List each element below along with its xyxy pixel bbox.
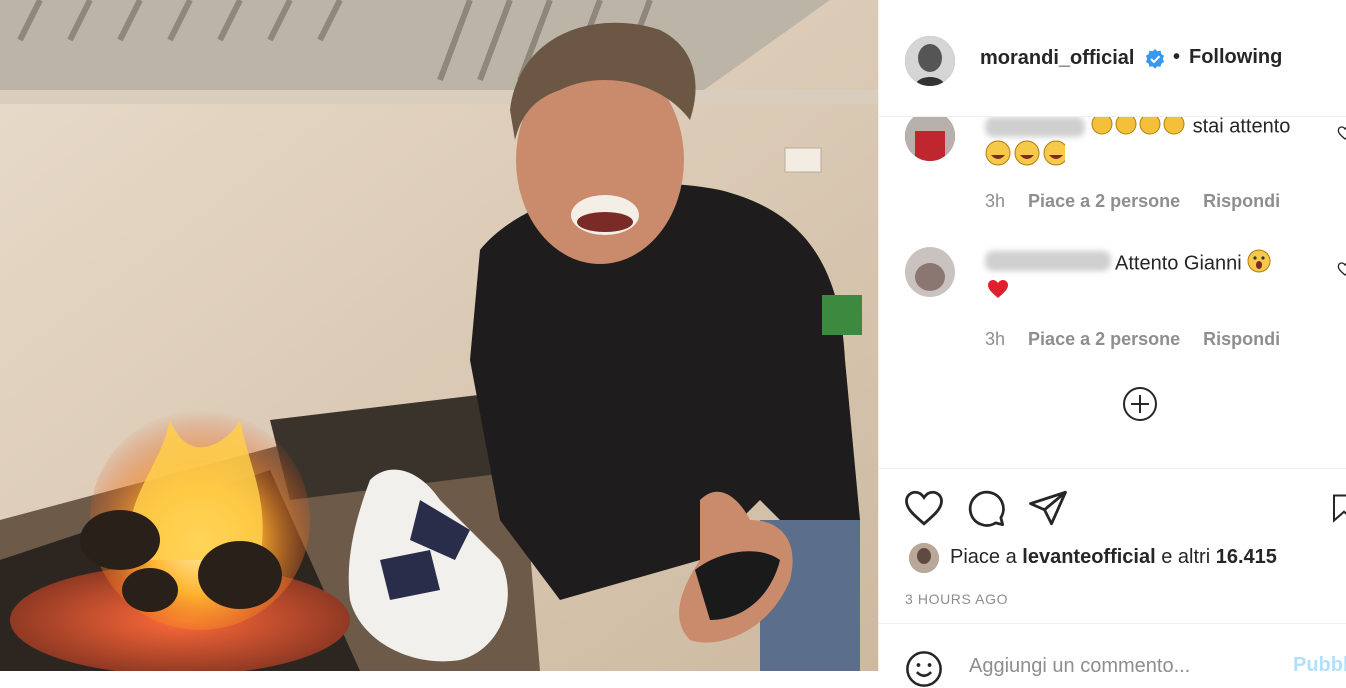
likes-user[interactable]: levanteofficial	[1022, 546, 1155, 568]
commenter-avatar[interactable]	[905, 117, 955, 161]
post-side-panel: morandi_official • Following stai attent…	[878, 0, 1346, 687]
comment-likes[interactable]: Piace a 2 persone	[1028, 191, 1180, 211]
author-avatar[interactable]	[905, 36, 955, 86]
commenter-avatar-image	[905, 247, 955, 297]
header-separator: •	[1173, 46, 1181, 68]
likes-prefix: Piace a	[950, 546, 1017, 568]
post-header: morandi_official • Following	[879, 0, 1346, 117]
emoji-picker-icon[interactable]	[905, 650, 943, 688]
likes-avatar[interactable]	[909, 543, 939, 573]
comment-meta: 3h Piace a 2 persone Rispondi	[985, 191, 1298, 212]
comments-list[interactable]: stai attento 3h Piace a 2 persone Rispon…	[879, 117, 1346, 467]
author-username[interactable]: morandi_official	[980, 47, 1134, 70]
comment-time[interactable]: 3h	[985, 329, 1005, 349]
comment-like-heart-icon[interactable]	[1337, 261, 1346, 277]
comment-likes[interactable]: Piace a 2 persone	[1028, 329, 1180, 349]
post-photo[interactable]	[0, 0, 878, 671]
reply-button[interactable]: Rispondi	[1203, 329, 1280, 349]
astonished-emoji-icon	[1247, 249, 1271, 279]
post-timestamp[interactable]: 3 HOURS AGO	[905, 591, 1008, 607]
commenter-username-blurred[interactable]	[985, 251, 1111, 271]
publish-button[interactable]: Pubblica	[1293, 654, 1346, 677]
post-image	[0, 0, 878, 671]
comment-body: Attento Gianni	[1115, 252, 1242, 275]
comment-text: Attento Gianni	[1115, 249, 1271, 279]
reply-button[interactable]: Rispondi	[1203, 191, 1280, 211]
heart-emoji-icon	[985, 277, 1011, 307]
comment-time[interactable]: 3h	[985, 191, 1005, 211]
likes-middle: e altri	[1161, 546, 1211, 568]
following-button[interactable]: Following	[1189, 46, 1282, 69]
commenter-avatar-image	[905, 117, 955, 161]
bookmark-icon[interactable]	[1329, 487, 1346, 529]
comment-like-heart-icon[interactable]	[1337, 125, 1346, 141]
comment-body: stai attento	[1192, 117, 1291, 138]
send-icon[interactable]	[1027, 487, 1069, 529]
comment-text: stai attento	[1091, 117, 1290, 141]
likes-count[interactable]: 16.415	[1216, 546, 1277, 568]
post-actions: Piace a levanteofficial e altri 16.415 3…	[879, 468, 1346, 687]
add-comment-bar: Pubblica	[879, 623, 1346, 687]
verified-badge-icon	[1146, 49, 1164, 69]
clap-emoji-icon	[1091, 117, 1187, 141]
commenter-username-blurred[interactable]	[985, 117, 1085, 137]
plus-circle-icon[interactable]	[1122, 386, 1158, 422]
add-comment-input[interactable]	[967, 654, 1271, 679]
comment-icon[interactable]	[965, 487, 1007, 529]
joy-emoji-icon	[985, 139, 1069, 173]
author-avatar-image	[905, 36, 955, 86]
comment-meta: 3h Piace a 2 persone Rispondi	[985, 329, 1298, 350]
likes-avatar-image	[909, 543, 939, 573]
likes-summary[interactable]: Piace a levanteofficial e altri 16.415	[950, 546, 1277, 569]
heart-icon[interactable]	[903, 487, 945, 529]
commenter-avatar[interactable]	[905, 247, 955, 297]
